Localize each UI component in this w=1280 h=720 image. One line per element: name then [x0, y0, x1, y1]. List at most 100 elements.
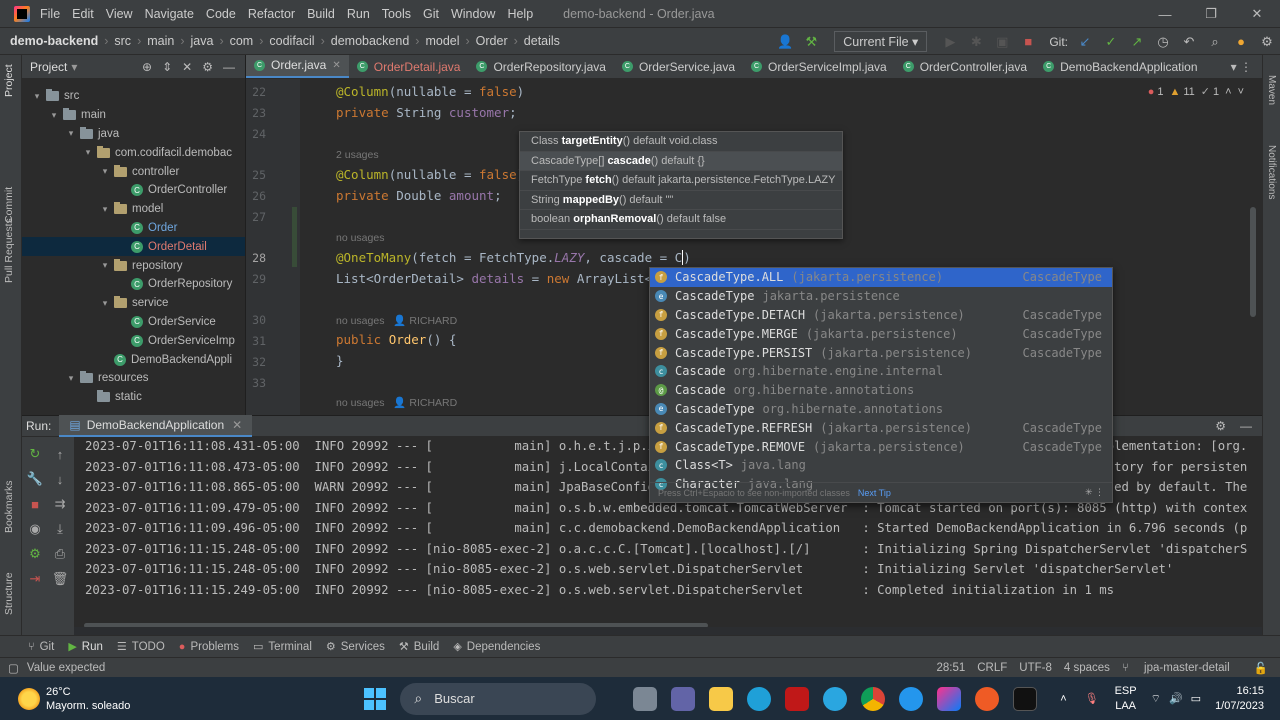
- tree-item[interactable]: ▾ java: [22, 125, 245, 144]
- menu-help[interactable]: Help: [507, 7, 533, 21]
- status-square-icon[interactable]: ▢: [8, 661, 19, 675]
- line-separator[interactable]: CRLF: [977, 662, 1007, 674]
- task-view-icon[interactable]: [633, 686, 658, 711]
- debug-icon[interactable]: ✱: [965, 31, 987, 53]
- tree-item[interactable]: ▾ src: [22, 87, 245, 106]
- indent-setting[interactable]: 4 spaces: [1064, 662, 1110, 674]
- run-tab[interactable]: ▤ DemoBackendApplication ✕: [59, 415, 253, 437]
- usages-hint[interactable]: no usages: [336, 232, 384, 244]
- tree-arrow-icon[interactable]: ▾: [99, 298, 111, 309]
- menu-window[interactable]: Window: [451, 7, 495, 21]
- history-icon[interactable]: ◷: [1152, 31, 1174, 53]
- completion-item[interactable]: f CascadeType.PERSIST (jakarta.persistence…: [650, 343, 1112, 362]
- user-icon[interactable]: 👤: [774, 31, 796, 53]
- menu-git[interactable]: Git: [423, 7, 439, 21]
- hide-icon[interactable]: —: [223, 60, 235, 74]
- edge-icon[interactable]: [747, 686, 772, 711]
- minimize-icon[interactable]: —: [1142, 0, 1188, 28]
- completion-item[interactable]: f CascadeType.DETACH (jakarta.persistence)…: [650, 306, 1112, 325]
- completion-item[interactable]: f CascadeType.ALL (jakarta.persistence) Cas…: [650, 268, 1112, 287]
- tool-tab-git[interactable]: ⑂ Git: [28, 641, 54, 653]
- tree-arrow-icon[interactable]: ▾: [99, 166, 111, 177]
- tree-item[interactable]: ▾ main: [22, 106, 245, 125]
- breadcrumb-details[interactable]: details: [524, 34, 560, 48]
- next-tip-link[interactable]: Next Tip: [858, 488, 891, 498]
- bookmarks-tool-tab[interactable]: Bookmarks: [3, 480, 15, 533]
- close-icon[interactable]: ✕: [1234, 0, 1280, 28]
- tree-arrow-icon[interactable]: ▾: [65, 373, 77, 384]
- tool-tab-services[interactable]: ⚙ Services: [326, 640, 385, 654]
- services-icon[interactable]: ⚙: [29, 543, 41, 565]
- breadcrumb-main[interactable]: main: [147, 34, 174, 48]
- mcafee-icon[interactable]: [785, 686, 810, 711]
- locate-icon[interactable]: ⊕: [142, 60, 152, 74]
- tree-item[interactable]: C OrderServiceImp: [22, 331, 245, 350]
- tree-item[interactable]: ▾ com.codifacil.demobac: [22, 143, 245, 162]
- taskbar-search[interactable]: ⌕ Buscar: [400, 682, 597, 715]
- weather-widget[interactable]: 26°C Mayorm. soleado: [18, 685, 130, 713]
- help-icon[interactable]: [823, 686, 848, 711]
- usages-hint[interactable]: 2 usages: [336, 149, 379, 161]
- battery-icon[interactable]: ▭: [1191, 692, 1201, 705]
- pull-requests-tool-tab[interactable]: Pull Requests: [3, 218, 15, 283]
- usages-hint[interactable]: no usages 👤 RICHARD: [336, 314, 457, 327]
- run-hide-icon[interactable]: —: [1240, 419, 1252, 433]
- tabs-overflow-icon[interactable]: ▾ ⋮: [1231, 60, 1262, 74]
- language-indicator[interactable]: ESP LAA: [1115, 684, 1137, 714]
- scroll-down-icon[interactable]: ↓: [57, 468, 64, 490]
- lock-icon[interactable]: 🔓: [1254, 661, 1268, 675]
- wifi-icon[interactable]: ⌔: [1151, 692, 1161, 706]
- rollback-icon[interactable]: ↶: [1178, 31, 1200, 53]
- tree-item[interactable]: ▾ model: [22, 200, 245, 219]
- tool-tab-terminal[interactable]: ▭ Terminal: [253, 640, 312, 654]
- editor-tab[interactable]: C Order.java ✕: [246, 55, 349, 78]
- tree-item[interactable]: ▾ repository: [22, 256, 245, 275]
- down-icon[interactable]: ˅: [1238, 86, 1244, 98]
- restore-icon[interactable]: ❐: [1188, 0, 1234, 28]
- run-icon[interactable]: ▶: [939, 31, 961, 53]
- hammer-icon[interactable]: ⚒: [800, 31, 822, 53]
- postman-icon[interactable]: [975, 686, 1000, 711]
- print-icon[interactable]: ⎙: [55, 543, 65, 565]
- exit-icon[interactable]: ⇥: [30, 568, 41, 590]
- stop-icon[interactable]: ■: [1017, 31, 1039, 53]
- up-icon[interactable]: ˄: [1225, 86, 1231, 98]
- soft-wrap-icon[interactable]: ⇉: [55, 493, 66, 515]
- git-update-icon[interactable]: ↙: [1074, 31, 1096, 53]
- options-icon[interactable]: ⚙: [202, 60, 213, 74]
- tree-arrow-icon[interactable]: ▾: [99, 204, 111, 215]
- menu-view[interactable]: View: [106, 7, 133, 21]
- editor-tab[interactable]: C OrderService.java: [614, 55, 743, 78]
- breadcrumb-order[interactable]: Order: [476, 34, 508, 48]
- taskbar-clock[interactable]: 16:15 1/07/2023: [1215, 684, 1264, 714]
- tree-arrow-icon[interactable]: ▾: [82, 147, 94, 158]
- terminal-app-icon[interactable]: [1013, 686, 1038, 711]
- code-completion-popup[interactable]: f CascadeType.ALL (jakarta.persistence) Cas…: [649, 267, 1113, 503]
- console-hscrollbar[interactable]: [84, 623, 708, 627]
- editor-tab[interactable]: C DemoBackendApplication: [1035, 55, 1205, 78]
- settings-icon[interactable]: ⚙: [1256, 31, 1278, 53]
- completion-item[interactable]: f CascadeType.REFRESH (jakarta.persistence…: [650, 418, 1112, 437]
- editor-tab[interactable]: C OrderServiceImpl.java: [743, 55, 895, 78]
- editor-scrollbar[interactable]: [1250, 207, 1256, 317]
- editor-tab[interactable]: C OrderDetail.java: [349, 55, 469, 78]
- chrome-icon[interactable]: [861, 686, 886, 711]
- collapse-all-icon[interactable]: ⇕: [162, 60, 172, 74]
- tree-arrow-icon[interactable]: ▾: [48, 110, 60, 121]
- breadcrumb-project[interactable]: demo-backend: [10, 34, 98, 48]
- docker-icon[interactable]: [899, 686, 924, 711]
- menu-tools[interactable]: Tools: [382, 7, 411, 21]
- file-explorer-icon[interactable]: [709, 686, 734, 711]
- tree-item[interactable]: ▾ service: [22, 294, 245, 313]
- scroll-up-icon[interactable]: ↑: [57, 443, 64, 465]
- rerun-icon[interactable]: ↻: [30, 443, 41, 465]
- completion-item[interactable]: e CascadeType jakarta.persistence: [650, 287, 1112, 306]
- project-panel-title[interactable]: Project: [30, 60, 67, 74]
- menu-file[interactable]: File: [40, 7, 60, 21]
- screenshot-icon[interactable]: ◉: [29, 518, 40, 540]
- scroll-end-icon[interactable]: ⤓: [57, 518, 63, 540]
- intellij-taskbar-icon[interactable]: [937, 686, 962, 711]
- tool-tab-problems[interactable]: ● Problems: [179, 641, 239, 653]
- usages-hint[interactable]: no usages 👤 RICHARD: [336, 396, 457, 409]
- breadcrumb-java[interactable]: java: [191, 34, 214, 48]
